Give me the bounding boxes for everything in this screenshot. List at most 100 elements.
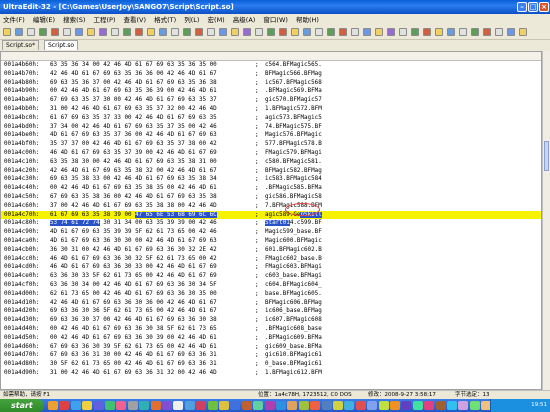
row-hex[interactable]: 46 4D 61 67 69 63 36 30 32 5F 62 61 73 6… [50, 255, 217, 264]
taskbar-app-icon[interactable] [458, 401, 469, 410]
row-hex[interactable]: 63 35 38 30 00 42 46 4D 61 67 69 63 35 3… [50, 158, 217, 167]
toolbar-button-icon[interactable] [435, 28, 443, 36]
toolbar-button-icon[interactable] [87, 28, 95, 36]
hex-row[interactable]: 001a4b60h: 63 35 36 34 00 42 46 4D 61 67 … [1, 61, 541, 70]
hex-row[interactable]: 001a4bc0h: 61 67 69 63 35 37 33 00 42 46 … [1, 114, 541, 123]
menu-file[interactable]: 文件(F) [0, 14, 28, 26]
row-ascii[interactable]: base.BFMagic605. [265, 290, 322, 299]
toolbar-button-icon[interactable] [303, 28, 311, 36]
taskbar-app-icon[interactable] [241, 401, 252, 410]
hex-row[interactable]: 001a4d80h: 30 5F 62 61 73 65 00 42 46 4D … [1, 360, 541, 369]
row-ascii[interactable]: ic567.BFMagic568 [265, 79, 322, 88]
toolbar-button-icon[interactable] [183, 28, 191, 36]
toolbar-button-icon[interactable] [267, 28, 275, 36]
row-hex[interactable]: 67 69 63 36 30 39 5F 62 61 73 65 00 42 4… [50, 343, 217, 352]
hex-row[interactable]: 001a4bd0h: 37 34 00 42 46 4D 61 67 69 63 … [1, 123, 541, 132]
toolbar-button-icon[interactable] [363, 28, 371, 36]
toolbar-button-icon[interactable] [375, 28, 383, 36]
row-hex[interactable]: 42 46 4D 61 67 69 63 35 36 36 00 42 46 4… [50, 70, 217, 79]
hex-row[interactable]: 001a4be0h: 4D 61 67 69 63 35 37 36 00 42 … [1, 131, 541, 140]
row-hex[interactable]: 37 00 42 46 4D 61 67 69 63 35 38 38 00 4… [50, 202, 217, 211]
row-hex[interactable]: 67 69 63 36 31 30 00 42 46 4D 61 67 69 6… [50, 351, 217, 360]
taskbar-app-icon[interactable] [447, 401, 457, 410]
taskbar-app-icon[interactable] [287, 401, 298, 410]
row-ascii[interactable]: 74.BFMagic575.BF [265, 123, 322, 132]
hex-row[interactable]: 001a4cf0h: 63 36 30 34 00 42 46 4D 61 67 … [1, 281, 541, 290]
taskbar-app-icon[interactable] [310, 401, 321, 410]
hex-row[interactable]: 001a4d90h: 31 00 42 46 4D 61 67 69 63 36 … [1, 369, 541, 378]
row-ascii[interactable]: Magic599_base.BF [265, 228, 322, 237]
row-ascii[interactable]: FMagic602_base.B [265, 255, 322, 264]
row-hex[interactable]: 00 42 46 4D 61 67 69 63 35 36 39 00 42 4… [50, 87, 217, 96]
row-hex[interactable]: 46 4D 61 67 69 63 36 30 33 00 42 46 4D 6… [50, 263, 217, 272]
row-hex[interactable]: 31 00 42 46 4D 61 67 69 63 35 37 32 00 4… [50, 105, 217, 114]
hex-row[interactable]: 001a4b80h: 69 63 35 36 37 00 42 46 4D 61 … [1, 79, 541, 88]
taskbar-app-icon[interactable] [82, 401, 93, 410]
row-hex[interactable]: 62 61 73 65 00 42 46 4D 61 67 69 63 36 3… [50, 290, 217, 299]
hex-row[interactable]: 001a4c10h: 63 35 38 30 00 42 46 4D 61 67 … [1, 158, 541, 167]
toolbar-button-icon[interactable] [207, 28, 215, 36]
toolbar-button-icon[interactable] [15, 28, 23, 36]
row-ascii[interactable]: FMagic603.BFMagi [265, 263, 322, 272]
hex-row[interactable]: 001a4c30h: 69 63 35 38 33 00 42 46 4D 61 … [1, 175, 541, 184]
toolbar-button-icon[interactable] [471, 28, 479, 36]
row-ascii[interactable]: ic606_base.BFMag [265, 307, 322, 316]
hex-row[interactable]: 001a4c60h: 37 00 42 46 4D 61 67 69 63 35 … [1, 202, 541, 211]
row-ascii[interactable]: c580.BFMagic581. [265, 158, 322, 167]
taskbar-app-icon[interactable] [424, 401, 435, 410]
row-ascii[interactable]: ic583.BFMagic584 [265, 175, 322, 184]
taskbar-app-icon[interactable] [105, 401, 115, 410]
toolbar-button-icon[interactable] [195, 28, 203, 36]
toolbar-button-icon[interactable] [75, 28, 83, 36]
toolbar-button-icon[interactable] [3, 28, 11, 36]
row-hex[interactable]: 31 00 42 46 4D 61 67 69 63 36 31 32 00 4… [50, 369, 217, 378]
row-ascii[interactable]: .BFMagic609.BFMa [265, 334, 322, 343]
taskbar-app-icon[interactable] [344, 401, 355, 410]
hex-row[interactable]: 001a4d40h: 00 42 46 4D 61 67 69 63 36 30 … [1, 325, 541, 334]
toolbar-button-icon[interactable] [99, 28, 107, 36]
toolbar-button-icon[interactable] [219, 28, 227, 36]
toolbar-button-icon[interactable] [135, 28, 143, 36]
scrollbar-thumb[interactable] [544, 141, 549, 171]
taskbar-app-icon[interactable] [93, 401, 104, 410]
hex-row[interactable]: 001a4c70h: 61 67 69 63 35 38 39 00 47 65 … [1, 210, 541, 220]
tab-script-so[interactable]: Script.so [44, 40, 79, 50]
hex-row[interactable]: 001a4c20h: 42 46 4D 61 67 69 63 35 38 32 … [1, 167, 541, 176]
row-hex[interactable]: 37 34 00 42 46 4D 61 67 69 63 35 37 35 0… [50, 123, 217, 132]
toolbar-button-icon[interactable] [327, 28, 335, 36]
taskbar-app-icon[interactable] [321, 401, 332, 410]
hex-editor[interactable]: 001a4b60h: 63 35 36 34 00 42 46 4D 61 67 … [0, 51, 542, 390]
taskbar-app-icon[interactable] [207, 401, 218, 410]
hex-row[interactable]: 001a4c50h: 67 69 63 35 38 36 00 42 46 4D … [1, 193, 541, 202]
toolbar-button-icon[interactable] [51, 28, 59, 36]
row-ascii[interactable]: Magic576.BFMagic [265, 131, 322, 140]
row-hex[interactable]: 63 35 36 34 00 42 46 4D 61 67 69 63 35 3… [50, 61, 217, 70]
taskbar-app-icon[interactable] [150, 401, 161, 410]
taskbar-app-icon[interactable] [230, 401, 241, 410]
taskbar-app-icon[interactable] [253, 401, 264, 410]
hex-row[interactable]: 001a4d60h: 67 69 63 36 30 39 5F 62 61 73 … [1, 343, 541, 352]
menu-view[interactable]: 查看(V) [121, 14, 150, 26]
hex-row[interactable]: 001a4c90h: 4D 61 67 69 63 35 39 39 5F 62 … [1, 228, 541, 237]
toolbar-button-icon[interactable] [255, 28, 263, 36]
row-ascii[interactable]: .BFMagic585.BFMa [265, 184, 322, 193]
taskbar-app-icon[interactable] [264, 401, 275, 410]
taskbar-app-icon[interactable] [355, 401, 366, 410]
toolbar-button-icon[interactable] [159, 28, 167, 36]
toolbar-button-icon[interactable] [147, 28, 155, 36]
row-hex[interactable]: 00 42 46 4D 61 67 69 63 35 38 35 00 42 4… [50, 184, 217, 193]
taskbar-app-icon[interactable] [390, 401, 400, 410]
taskbar-app-icon[interactable] [412, 401, 423, 410]
hex-row[interactable]: 001a4ce0h: 63 36 30 33 5F 62 61 73 65 00 … [1, 272, 541, 281]
toolbar-button-icon[interactable] [387, 28, 395, 36]
toolbar-button-icon[interactable] [399, 28, 407, 36]
toolbar-button-icon[interactable] [507, 28, 515, 36]
toolbar-button-icon[interactable] [411, 28, 419, 36]
row-hex[interactable]: 69 63 36 30 37 00 42 46 4D 61 67 69 63 3… [50, 316, 217, 325]
toolbar-button-icon[interactable] [63, 28, 71, 36]
taskbar-app-icon[interactable] [367, 401, 378, 410]
row-hex[interactable]: 42 46 4D 61 67 69 63 36 30 36 00 42 46 4… [50, 299, 217, 308]
row-ascii[interactable]: 601.BFMagic602.B [265, 246, 322, 255]
taskbar-app-icon[interactable] [435, 401, 446, 410]
menu-search[interactable]: 搜索(S) [60, 14, 88, 26]
